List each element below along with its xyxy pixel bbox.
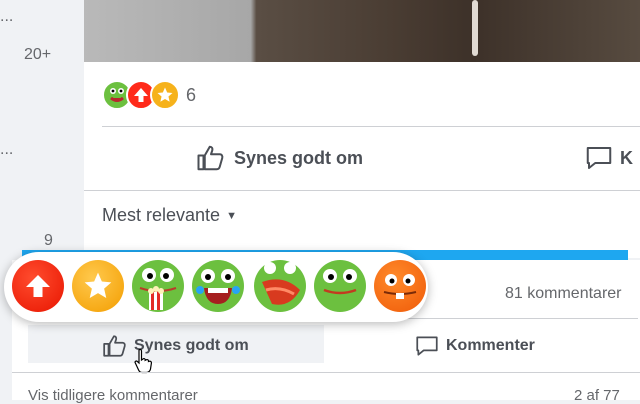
comment-button-2[interactable]: Kommenter bbox=[414, 333, 535, 359]
comments-count[interactable]: 81 kommentarer bbox=[505, 285, 622, 303]
like-button-2[interactable]: Synes godt om bbox=[102, 333, 249, 359]
orange-face-reaction-button[interactable] bbox=[374, 260, 426, 312]
divider-top bbox=[102, 126, 640, 127]
star-reaction-button[interactable] bbox=[72, 260, 124, 312]
star-icon bbox=[84, 272, 112, 298]
comment-button[interactable]: K bbox=[584, 143, 633, 173]
notification-count: 20+ bbox=[24, 46, 52, 63]
frog-laugh-reaction-button[interactable] bbox=[192, 260, 244, 312]
comment-page-info: 2 af 77 bbox=[574, 387, 620, 404]
hand-cursor-icon bbox=[134, 348, 153, 374]
reaction-picker bbox=[4, 252, 428, 322]
comment-label-2: Kommenter bbox=[446, 337, 535, 354]
frog-shout-reaction-button[interactable] bbox=[254, 260, 306, 312]
comment-sort-dropdown[interactable]: Mest relevante ▼ bbox=[102, 205, 237, 226]
frog-popcorn-reaction-button[interactable] bbox=[132, 260, 184, 312]
divider-end bbox=[12, 372, 640, 373]
like-label: Synes godt om bbox=[234, 147, 364, 168]
view-previous-comments-link[interactable]: Vis tidligere kommentarer bbox=[28, 387, 198, 404]
frog-smile-reaction-button[interactable] bbox=[314, 260, 366, 312]
arrow-up-icon bbox=[26, 275, 50, 297]
comment-icon bbox=[586, 147, 612, 169]
thumbs-up-icon bbox=[197, 145, 224, 171]
post-card: 6 Synes godt om K Mest relevante ▼ bbox=[84, 0, 640, 258]
number-label: 9 bbox=[44, 232, 53, 249]
menu-dots-mid: ... bbox=[0, 141, 14, 158]
thumbs-up-icon bbox=[103, 335, 126, 357]
divider-mid bbox=[84, 190, 640, 191]
menu-dots-top: ... bbox=[0, 8, 14, 25]
like-button[interactable]: Synes godt om bbox=[196, 143, 363, 173]
comment-icon bbox=[416, 336, 438, 356]
sort-label: Mest relevante bbox=[102, 205, 221, 225]
comment-label: K bbox=[620, 147, 633, 168]
frog-popcorn-icon bbox=[139, 268, 177, 310]
reaction-count: 6 bbox=[186, 84, 197, 105]
frog-smile-icon bbox=[323, 269, 357, 295]
upvote-reaction-button[interactable] bbox=[12, 260, 64, 312]
star-reaction-icon bbox=[150, 80, 180, 110]
frog-shout-icon bbox=[262, 262, 300, 305]
chevron-down-icon: ▼ bbox=[226, 209, 237, 222]
image-highlight bbox=[472, 0, 478, 56]
post-image[interactable] bbox=[84, 0, 640, 62]
frog-laugh-icon bbox=[196, 269, 240, 304]
reaction-summary[interactable]: 6 bbox=[102, 80, 196, 110]
orange-face-icon bbox=[383, 274, 417, 299]
